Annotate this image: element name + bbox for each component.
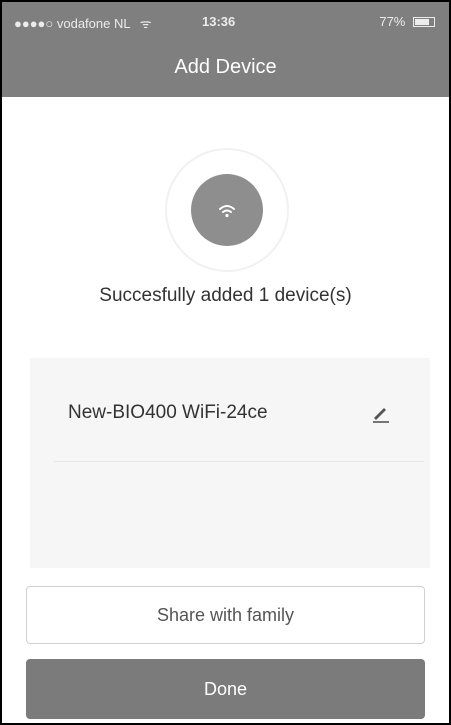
carrier-label: ●●●●○ vodafone NL xyxy=(14,16,131,31)
status-bar: ●●●●○ vodafone NL ᯤ 13:36 77% xyxy=(2,2,449,42)
battery-icon xyxy=(413,17,435,27)
device-list-panel: New-BIO400 WiFi-24ce xyxy=(30,358,430,568)
page-title: Add Device xyxy=(174,56,277,78)
battery-status: 77% xyxy=(379,14,435,29)
success-message: Succesfully added 1 device(s) xyxy=(99,285,352,306)
status-time: 13:36 xyxy=(202,14,236,29)
list-divider xyxy=(54,461,424,462)
wifi-icon xyxy=(219,205,235,218)
wifi-status-icon: ᯤ xyxy=(139,16,152,31)
device-name: New-BIO400 WiFi-24ce xyxy=(68,402,268,423)
wifi-device-icon xyxy=(191,174,263,246)
header-bar: ●●●●○ vodafone NL ᯤ 13:36 77% Add Device xyxy=(2,2,449,97)
app-screen: ●●●●○ vodafone NL ᯤ 13:36 77% Add Device… xyxy=(0,0,451,725)
done-button[interactable]: Done xyxy=(26,659,425,719)
edit-pencil-icon[interactable] xyxy=(370,402,392,424)
carrier-signal: ●●●●○ vodafone NL ᯤ xyxy=(14,14,152,32)
pencil-icon xyxy=(373,408,389,423)
battery-percent: 77% xyxy=(379,14,406,29)
share-with-family-button[interactable]: Share with family xyxy=(26,586,425,644)
